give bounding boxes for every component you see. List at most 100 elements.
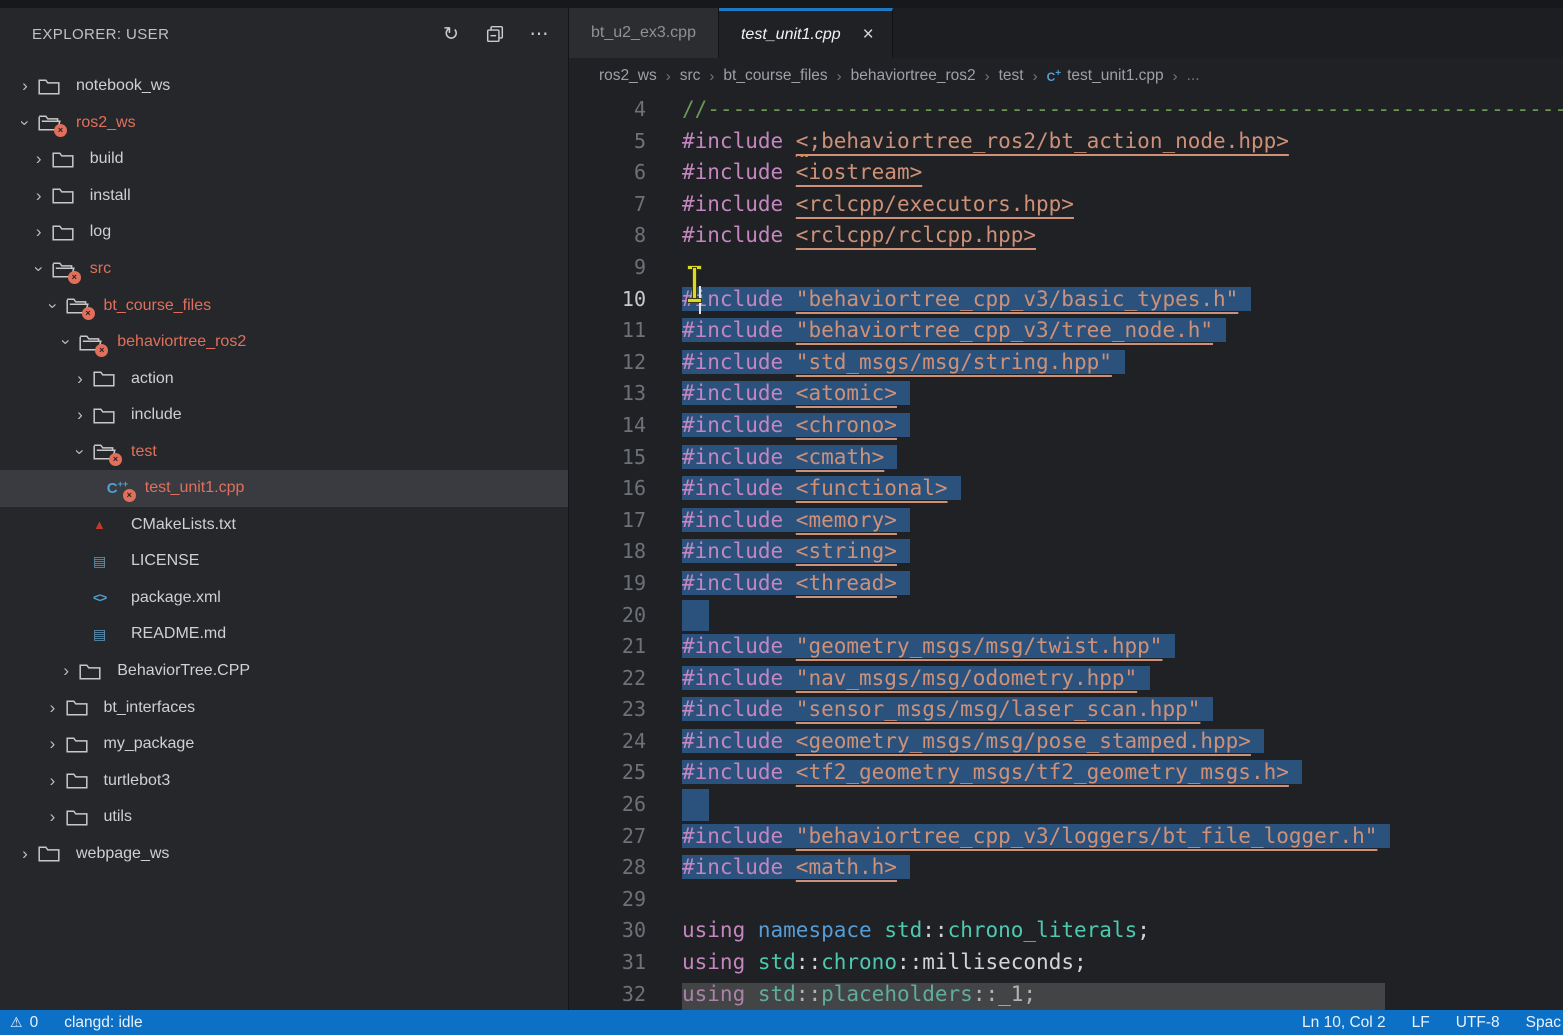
chevron-right-icon[interactable]: › [12, 76, 38, 96]
chevron-right-icon[interactable]: › [12, 844, 38, 864]
more-actions-button[interactable]: ⋯ [528, 23, 550, 45]
status-item-0[interactable]: ⚠0 [10, 1014, 38, 1032]
line-content: #include <geometry_msgs/msg/pose_stamped… [682, 726, 1563, 758]
code-editor[interactable]: 4//-------------------------------------… [569, 94, 1563, 1010]
code-line-25[interactable]: 25#include <tf2_geometry_msgs/tf2_geomet… [569, 757, 1563, 789]
chevron-down-icon[interactable]: › [26, 259, 52, 279]
breadcrumb-item-ros2_ws[interactable]: ros2_ws [599, 67, 657, 85]
code-line-7[interactable]: 7#include <rclcpp/executors.hpp> [569, 189, 1563, 221]
code-line-14[interactable]: 14#include <chrono> [569, 410, 1563, 442]
chevron-down-icon[interactable]: › [67, 442, 93, 462]
status-bar-left: ⚠0 clangd: idle [10, 1014, 143, 1032]
code-line-24[interactable]: 24#include <geometry_msgs/msg/pose_stamp… [569, 726, 1563, 758]
chevron-right-icon[interactable]: › [67, 369, 93, 389]
status-item-lf[interactable]: LF [1412, 1014, 1430, 1032]
chevron-right-icon[interactable]: › [40, 698, 66, 718]
tree-item-webpage_ws[interactable]: ›webpage_ws [0, 835, 569, 872]
code-line-15[interactable]: 15#include <cmath> [569, 442, 1563, 474]
code-line-11[interactable]: 11#include "behaviortree_cpp_v3/tree_nod… [569, 315, 1563, 347]
tree-item-behaviortree_ros2[interactable]: ›×behaviortree_ros2 [0, 324, 569, 361]
tree-item-ros2_ws[interactable]: ›×ros2_ws [0, 105, 569, 142]
breadcrumb-item-test_unit1.cpp[interactable]: C+test_unit1.cpp [1047, 67, 1164, 85]
chevron-down-icon[interactable]: › [12, 113, 38, 133]
chevron-right-icon[interactable]: › [26, 186, 52, 206]
code-line-27[interactable]: 27#include "behaviortree_cpp_v3/loggers/… [569, 821, 1563, 853]
code-line-13[interactable]: 13#include <atomic> [569, 378, 1563, 410]
line-content: #include <iostream> [682, 157, 1563, 189]
code-line-19[interactable]: 19#include <thread> [569, 568, 1563, 600]
line-content [682, 252, 1563, 284]
tree-item-test[interactable]: ›×test [0, 433, 569, 470]
code-line-5[interactable]: 5#include <;behaviortree_ros2/bt_action_… [569, 126, 1563, 158]
code-line-29[interactable]: 29 [569, 884, 1563, 916]
tree-item-src[interactable]: ›×src [0, 251, 569, 288]
collapse-folders-button[interactable] [484, 23, 506, 45]
tree-item-BehaviorTree.CPP[interactable]: ›BehaviorTree.CPP [0, 653, 569, 690]
code-line-21[interactable]: 21#include "geometry_msgs/msg/twist.hpp" [569, 631, 1563, 663]
tree-item-notebook_ws[interactable]: ›notebook_ws [0, 68, 569, 105]
code-line-8[interactable]: 8#include <rclcpp/rclcpp.hpp> [569, 220, 1563, 252]
chevron-right-icon[interactable]: › [40, 807, 66, 827]
tree-item-CMakeLists.txt[interactable]: ▲CMakeLists.txt [0, 507, 569, 544]
chevron-down-icon[interactable]: › [53, 332, 79, 352]
line-content: #include "behaviortree_cpp_v3/tree_node.… [682, 315, 1563, 347]
tab-bt_u2_ex3.cpp[interactable]: bt_u2_ex3.cpp [569, 8, 719, 58]
tree-item-install[interactable]: ›install [0, 178, 569, 215]
tree-item-my_package[interactable]: ›my_package [0, 726, 569, 763]
code-line-4[interactable]: 4//-------------------------------------… [569, 94, 1563, 126]
code-line-23[interactable]: 23#include "sensor_msgs/msg/laser_scan.h… [569, 694, 1563, 726]
status-item-spac[interactable]: Spac [1526, 1014, 1561, 1032]
line-content: #include "geometry_msgs/msg/twist.hpp" [682, 631, 1563, 663]
code-line-16[interactable]: 16#include <functional> [569, 473, 1563, 505]
tree-item-label: bt_interfaces [104, 699, 196, 717]
close-icon[interactable]: × [863, 24, 874, 46]
tree-item-utils[interactable]: ›utils [0, 799, 569, 836]
tree-item-label: test_unit1.cpp [145, 479, 245, 497]
refresh-explorer-button[interactable]: ↻ [440, 23, 462, 45]
tree-item-log[interactable]: ›log [0, 214, 569, 251]
code-line-10[interactable]: 10#include "behaviortree_cpp_v3/basic_ty… [569, 284, 1563, 316]
status-item-ln-10-col-2[interactable]: Ln 10, Col 2 [1302, 1014, 1386, 1032]
code-line-18[interactable]: 18#include <string> [569, 536, 1563, 568]
tree-item-action[interactable]: ›action [0, 360, 569, 397]
code-line-12[interactable]: 12#include "std_msgs/msg/string.hpp" [569, 347, 1563, 379]
book-file-icon: ▤ [93, 553, 106, 570]
code-line-9[interactable]: 9 [569, 252, 1563, 284]
chevron-right-icon[interactable]: › [40, 734, 66, 754]
breadcrumb-item-...[interactable]: ... [1187, 67, 1200, 85]
status-item-utf-8[interactable]: UTF-8 [1456, 1014, 1500, 1032]
line-number: 7 [569, 189, 682, 221]
code-line-20[interactable]: 20 [569, 600, 1563, 632]
code-line-6[interactable]: 6#include <iostream> [569, 157, 1563, 189]
chevron-right-icon[interactable]: › [26, 222, 52, 242]
tree-item-include[interactable]: ›include [0, 397, 569, 434]
breadcrumb-item-bt_course_files[interactable]: bt_course_files [723, 67, 827, 85]
code-line-28[interactable]: 28#include <math.h> [569, 852, 1563, 884]
tree-item-test_unit1.cpp[interactable]: C++×test_unit1.cpp [0, 470, 569, 507]
status-item-clangd-idle[interactable]: clangd: idle [64, 1014, 142, 1032]
chevron-right-icon[interactable]: › [26, 149, 52, 169]
tree-item-LICENSE[interactable]: ▤LICENSE [0, 543, 569, 580]
tree-item-turtlebot3[interactable]: ›turtlebot3 [0, 762, 569, 799]
line-number: 14 [569, 410, 682, 442]
breadcrumb-item-behaviortree_ros2[interactable]: behaviortree_ros2 [851, 67, 976, 85]
breadcrumb-item-src[interactable]: src [680, 67, 701, 85]
chevron-down-icon[interactable]: › [40, 296, 66, 316]
line-number: 6 [569, 157, 682, 189]
breadcrumb-item-test[interactable]: test [999, 67, 1024, 85]
chevron-right-icon[interactable]: › [53, 661, 79, 681]
code-line-30[interactable]: 30using namespace std::chrono_literals; [569, 915, 1563, 947]
tree-item-bt_course_files[interactable]: ›×bt_course_files [0, 287, 569, 324]
tree-item-bt_interfaces[interactable]: › bt_interfaces [0, 689, 569, 726]
chevron-right-icon[interactable]: › [67, 405, 93, 425]
code-line-31[interactable]: 31using std::chrono::milliseconds; [569, 947, 1563, 979]
code-line-26[interactable]: 26 [569, 789, 1563, 821]
horizontal-scrollbar[interactable] [682, 983, 1385, 1010]
chevron-right-icon[interactable]: › [40, 771, 66, 791]
tab-test_unit1.cpp[interactable]: test_unit1.cpp× [719, 8, 893, 58]
tree-item-README.md[interactable]: ▤README.md [0, 616, 569, 653]
tree-item-build[interactable]: ›build [0, 141, 569, 178]
code-line-17[interactable]: 17#include <memory> [569, 505, 1563, 537]
code-line-22[interactable]: 22#include "nav_msgs/msg/odometry.hpp" [569, 663, 1563, 695]
tree-item-package.xml[interactable]: <>package.xml [0, 580, 569, 617]
